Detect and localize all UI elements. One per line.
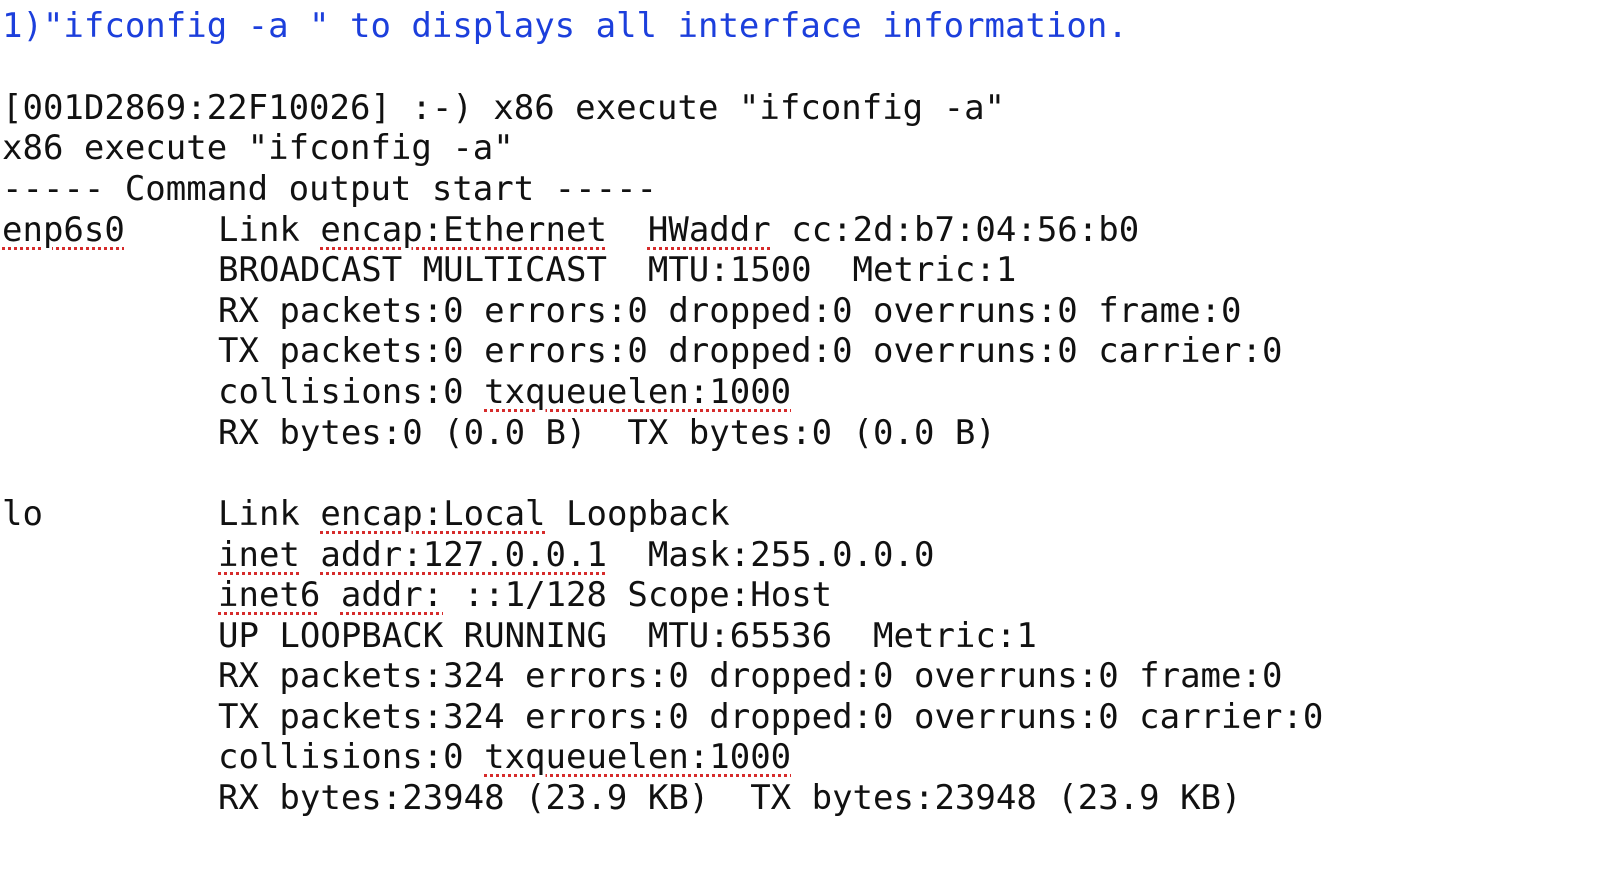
interface-row: RX bytes:0 (0.0 B) TX bytes:0 (0.0 B)	[218, 413, 996, 454]
row-segment: RX packets:324 errors:0 dropped:0 overru…	[218, 656, 1283, 696]
interface-row: UP LOOPBACK RUNNING MTU:65536 Metric:1	[218, 616, 1037, 657]
interface-row: TX packets:0 errors:0 dropped:0 overruns…	[218, 331, 1282, 372]
interface-name: enp6s0	[2, 210, 125, 251]
interface-row: TX packets:324 errors:0 dropped:0 overru…	[218, 697, 1323, 738]
row-segment: cc:2d:b7:04:56:b0	[770, 210, 1140, 250]
interface-row: RX bytes:23948 (23.9 KB) TX bytes:23948 …	[218, 778, 1242, 819]
interface-row: inet6 addr: ::1/128 Scope:Host	[218, 575, 832, 616]
terminal-document: 1)"ifconfig -a " to displays all interfa…	[0, 0, 1622, 886]
command-echo-line: x86 execute "ifconfig -a"	[2, 128, 514, 168]
row-segment-flagged: inet6	[218, 575, 321, 615]
row-segment: Mask:255.0.0.0	[606, 535, 935, 575]
row-segment-flagged: addr:127.0.0.1	[320, 535, 607, 575]
output-start-marker: ----- Command output start -----	[2, 169, 658, 209]
row-segment	[320, 575, 340, 615]
row-segment-flagged: encap:Ethernet	[320, 210, 607, 250]
row-segment-flagged: addr:	[340, 575, 444, 615]
interface-row: Link encap:Ethernet HWaddr cc:2d:b7:04:5…	[218, 210, 1139, 251]
row-segment: TX packets:0 errors:0 dropped:0 overruns…	[218, 331, 1283, 371]
row-segment	[607, 210, 648, 250]
interface-row: Link encap:Local Loopback	[218, 494, 730, 535]
row-segment: Loopback	[545, 494, 730, 534]
row-segment: RX bytes:0 (0.0 B) TX bytes:0 (0.0 B)	[218, 413, 996, 453]
row-segment: TX packets:324 errors:0 dropped:0 overru…	[218, 697, 1324, 737]
interface-name: lo	[2, 494, 43, 535]
interface-row: collisions:0 txqueuelen:1000	[218, 372, 791, 413]
row-segment-flagged: txqueuelen:1000	[484, 737, 792, 777]
row-segment: Link	[218, 494, 321, 534]
row-segment: UP LOOPBACK RUNNING MTU:65536 Metric:1	[218, 616, 1037, 656]
row-segment: Link	[218, 210, 321, 250]
interface-row: RX packets:324 errors:0 dropped:0 overru…	[218, 656, 1282, 697]
row-segment: collisions:0	[218, 372, 485, 412]
row-segment-flagged: HWaddr	[647, 210, 771, 250]
interface-row: collisions:0 txqueuelen:1000	[218, 737, 791, 778]
row-segment: RX packets:0 errors:0 dropped:0 overruns…	[218, 291, 1242, 331]
row-segment-flagged: encap:Local	[320, 494, 546, 534]
row-segment: BROADCAST MULTICAST MTU:1500 Metric:1	[218, 250, 1017, 290]
command-prompt-line: [001D2869:22F10026] :-) x86 execute "ifc…	[2, 88, 1006, 128]
row-segment-flagged: txqueuelen:1000	[484, 372, 792, 412]
interface-row: BROADCAST MULTICAST MTU:1500 Metric:1	[218, 250, 1016, 291]
interface-row: inet addr:127.0.0.1 Mask:255.0.0.0	[218, 535, 934, 576]
row-segment-flagged: inet	[218, 535, 300, 575]
row-segment	[300, 535, 320, 575]
interface-row: RX packets:0 errors:0 dropped:0 overruns…	[218, 291, 1242, 332]
row-segment: RX bytes:23948 (23.9 KB) TX bytes:23948 …	[218, 778, 1242, 818]
row-segment: collisions:0	[218, 737, 485, 777]
interface-name-text: enp6s0	[2, 210, 125, 250]
row-segment: ::1/128 Scope:Host	[443, 575, 833, 615]
instruction-heading: 1)"ifconfig -a " to displays all interfa…	[2, 6, 1128, 46]
interface-name-text: lo	[2, 494, 43, 534]
